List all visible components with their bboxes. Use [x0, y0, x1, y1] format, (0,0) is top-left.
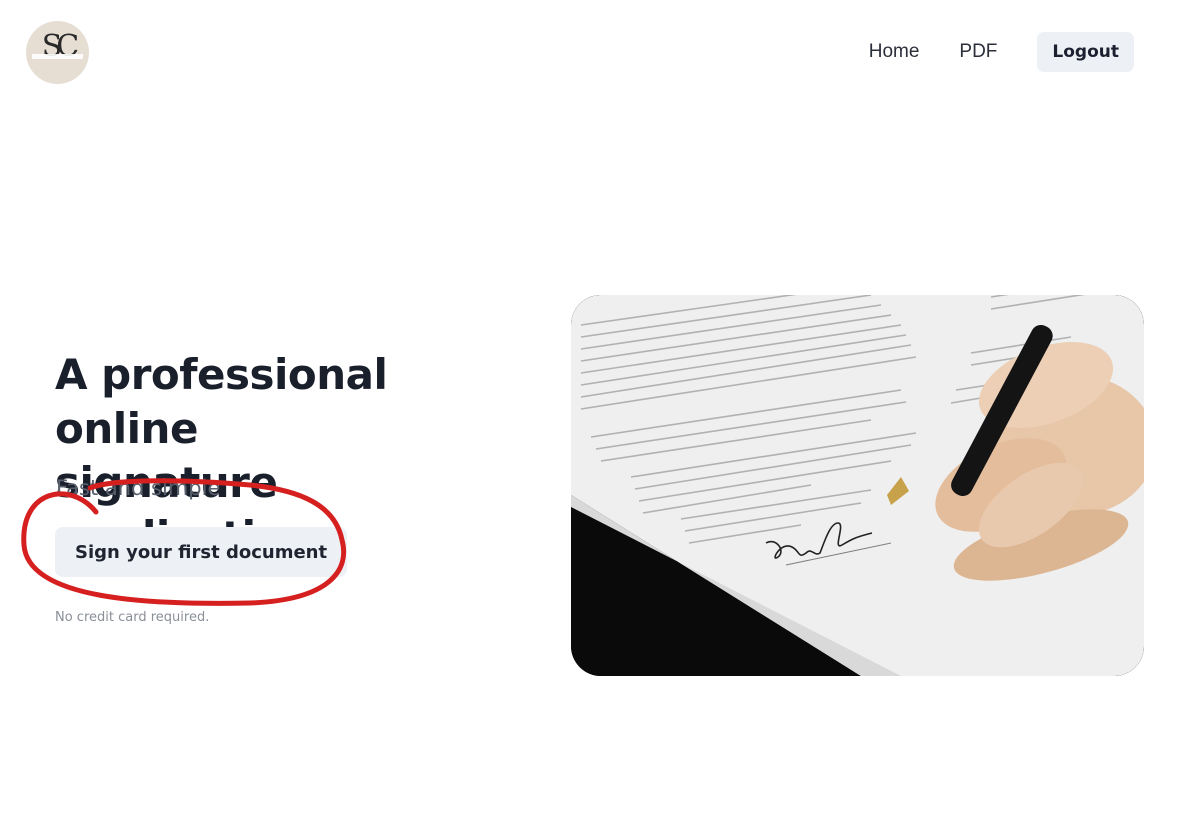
signing-illustration: [571, 295, 1144, 676]
signing-photo: [571, 295, 1144, 676]
nav-home-link[interactable]: Home: [869, 41, 920, 63]
logo-bar: [32, 54, 83, 59]
nav-pdf-link[interactable]: PDF: [959, 41, 997, 63]
hero-subtitle: Fast and simple: [56, 476, 221, 500]
top-nav: Home PDF Logout: [869, 32, 1134, 72]
logo-monogram: SC: [41, 29, 80, 64]
no-credit-card-note: No credit card required.: [55, 610, 210, 625]
logo[interactable]: SC: [26, 21, 89, 84]
sign-first-document-button[interactable]: Sign your first document: [55, 527, 348, 577]
logout-button[interactable]: Logout: [1037, 32, 1134, 72]
hero-title-line-1: A professional online: [55, 350, 388, 453]
